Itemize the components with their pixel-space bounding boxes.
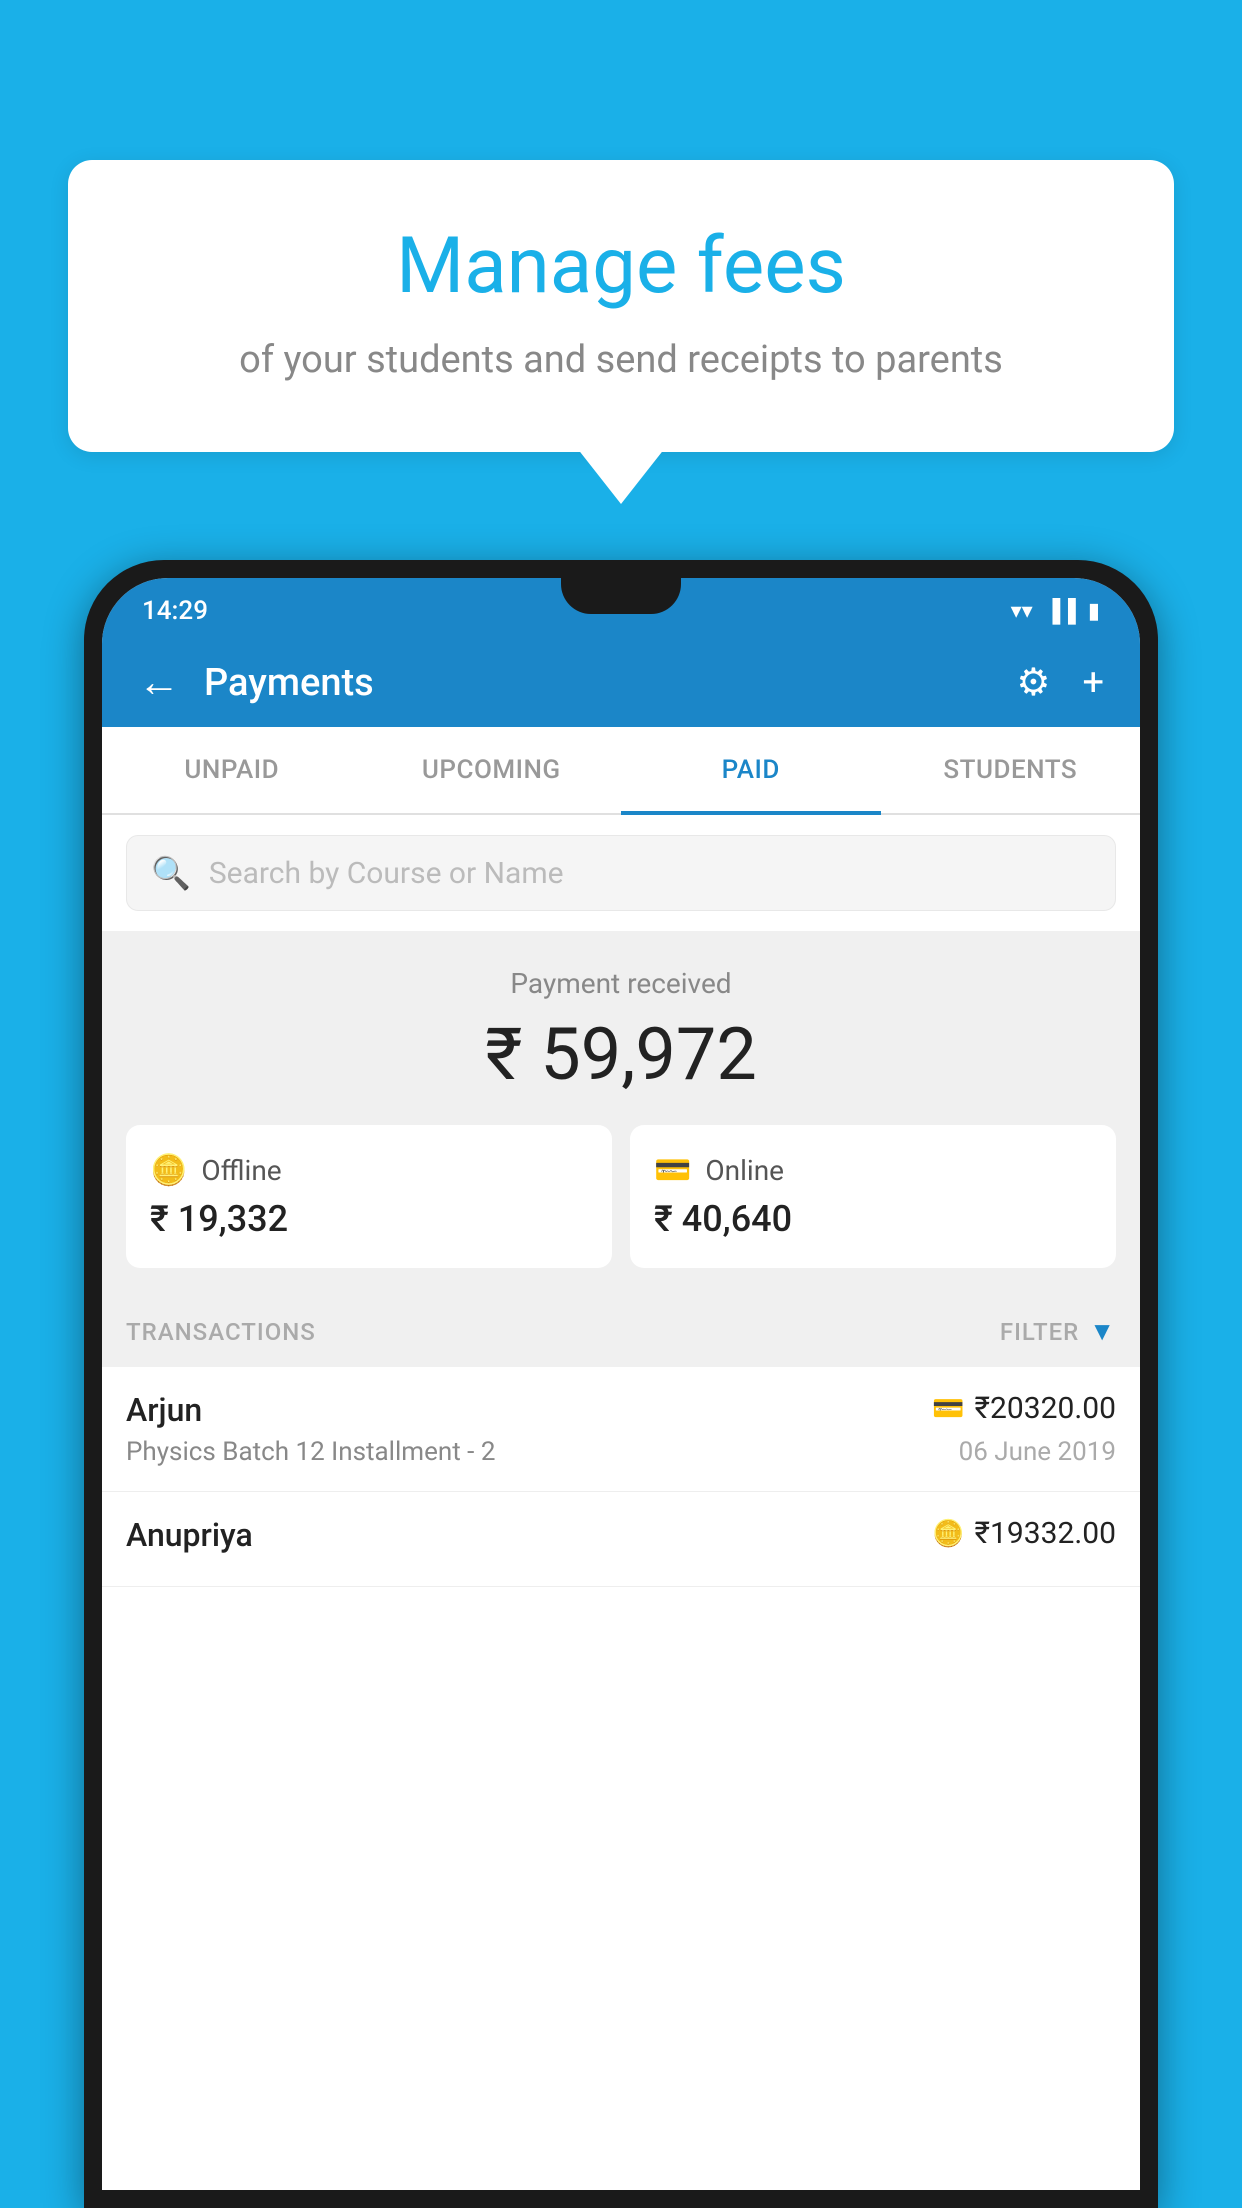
online-card: 💳 Online ₹ 40,640: [630, 1125, 1116, 1268]
offline-label: Offline: [201, 1154, 281, 1187]
online-amount: ₹ 40,640: [654, 1198, 1092, 1240]
transaction-name: Anupriya: [126, 1516, 253, 1554]
transactions-header: TRANSACTIONS FILTER ▼: [102, 1296, 1140, 1367]
bubble-title: Manage fees: [118, 220, 1124, 314]
filter-button[interactable]: FILTER ▼: [1000, 1316, 1116, 1347]
tab-students[interactable]: STUDENTS: [881, 727, 1141, 813]
tab-paid[interactable]: PAID: [621, 727, 881, 813]
battery-icon: ▮: [1088, 599, 1100, 624]
phone-screen: 14:29 ▾▾ ▐▐ ▮ ← Payments ⚙ + UNPAID UPCO…: [102, 578, 1140, 2190]
filter-icon: ▼: [1089, 1316, 1116, 1347]
transactions-label: TRANSACTIONS: [126, 1318, 316, 1346]
tabs: UNPAID UPCOMING PAID STUDENTS: [102, 727, 1140, 815]
tab-unpaid[interactable]: UNPAID: [102, 727, 362, 813]
transaction-course: Physics Batch 12 Installment - 2: [126, 1437, 495, 1467]
search-container: 🔍 Search by Course or Name: [102, 815, 1140, 931]
add-icon[interactable]: +: [1082, 661, 1104, 705]
filter-label: FILTER: [1000, 1318, 1079, 1346]
transaction-date: 06 June 2019: [959, 1437, 1116, 1467]
payment-received-label: Payment received: [126, 967, 1116, 1000]
transaction-name: Arjun: [126, 1391, 202, 1429]
tab-upcoming[interactable]: UPCOMING: [362, 727, 622, 813]
bubble-subtitle: of your students and send receipts to pa…: [118, 338, 1124, 382]
status-icons: ▾▾ ▐▐ ▮: [1011, 598, 1100, 624]
online-icon: 💳: [654, 1153, 691, 1188]
payment-type-icon: 🪙: [932, 1519, 964, 1549]
online-label: Online: [705, 1154, 784, 1187]
speech-bubble: Manage fees of your students and send re…: [68, 160, 1174, 452]
transaction-row[interactable]: Anupriya 🪙 ₹19332.00: [102, 1492, 1140, 1587]
search-input[interactable]: Search by Course or Name: [209, 856, 564, 891]
app-bar: ← Payments ⚙ +: [102, 638, 1140, 727]
search-icon: 🔍: [151, 854, 191, 892]
transaction-amount: ₹19332.00: [975, 1516, 1116, 1551]
app-title: Payments: [204, 661, 1016, 705]
payment-cards: 🪙 Offline ₹ 19,332 💳 Online ₹ 40,640: [102, 1125, 1140, 1296]
phone-notch: [561, 578, 681, 614]
payment-total-amount: ₹ 59,972: [126, 1012, 1116, 1097]
search-bar[interactable]: 🔍 Search by Course or Name: [126, 835, 1116, 911]
offline-amount: ₹ 19,332: [150, 1198, 588, 1240]
transaction-row[interactable]: Arjun 💳 ₹20320.00 Physics Batch 12 Insta…: [102, 1367, 1140, 1492]
status-time: 14:29: [142, 596, 208, 626]
phone-frame: 14:29 ▾▾ ▐▐ ▮ ← Payments ⚙ + UNPAID UPCO…: [84, 560, 1158, 2208]
settings-icon[interactable]: ⚙: [1016, 660, 1050, 705]
back-button[interactable]: ←: [138, 658, 180, 707]
app-bar-actions: ⚙ +: [1016, 660, 1104, 705]
offline-icon: 🪙: [150, 1153, 187, 1188]
transactions-list: Arjun 💳 ₹20320.00 Physics Batch 12 Insta…: [102, 1367, 1140, 2190]
signal-icon: ▐▐: [1045, 598, 1076, 624]
payment-summary: Payment received ₹ 59,972: [102, 931, 1140, 1125]
wifi-icon: ▾▾: [1011, 599, 1033, 624]
transaction-amount: ₹20320.00: [975, 1391, 1116, 1426]
offline-card: 🪙 Offline ₹ 19,332: [126, 1125, 612, 1268]
payment-type-icon: 💳: [932, 1394, 964, 1424]
